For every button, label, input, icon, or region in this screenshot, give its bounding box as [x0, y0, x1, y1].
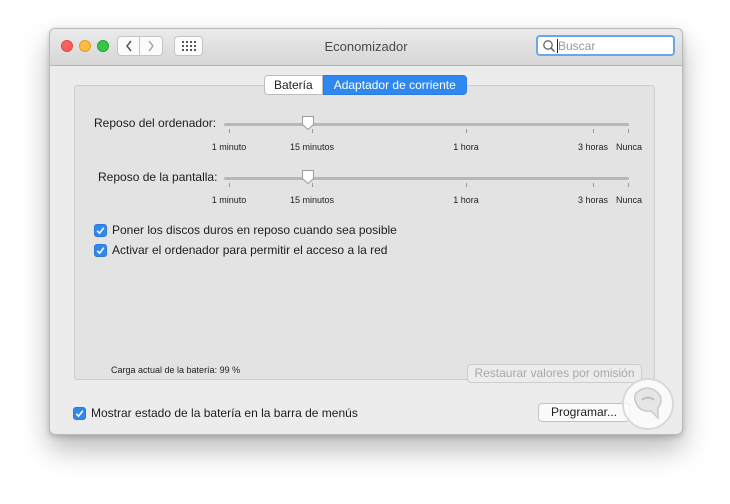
hard-disk-sleep-label: Poner los discos duros en reposo cuando … [112, 223, 397, 237]
tick-label: 1 hora [453, 195, 479, 205]
tick-label: Nunca [615, 195, 643, 205]
tick-label: 1 minuto [211, 142, 247, 152]
settings-panel: Reposo del ordenador: 1 minuto 15 minuto… [74, 85, 655, 383]
slider-tick [593, 129, 594, 133]
show-battery-status-checkbox[interactable] [73, 406, 86, 420]
slider-tick [593, 183, 594, 187]
slider-tick [466, 183, 467, 187]
tick-label: 15 minutos [289, 142, 335, 152]
hard-disk-sleep-option[interactable]: Poner los discos duros en reposo cuando … [94, 223, 397, 237]
checkmark-icon [75, 409, 84, 417]
show-battery-status-label: Mostrar estado de la batería en la barra… [91, 406, 358, 420]
wake-for-network-checkbox[interactable] [94, 243, 107, 257]
display-sleep-slider-knob[interactable] [301, 169, 315, 185]
checkmark-icon [96, 226, 105, 234]
tick-label: Nunca [615, 142, 643, 152]
hard-disk-sleep-checkbox[interactable] [94, 223, 107, 237]
show-battery-status-option[interactable]: Mostrar estado de la batería en la barra… [73, 406, 358, 420]
preferences-window: Economizador Buscar Batería Adaptador de… [49, 28, 683, 435]
checkmark-icon [96, 246, 105, 254]
slider-tick [628, 129, 629, 133]
search-placeholder: Buscar [558, 39, 596, 53]
computer-sleep-track[interactable] [224, 123, 629, 126]
wake-for-network-label: Activar el ordenador para permitir el ac… [112, 243, 388, 257]
slider-tick [466, 129, 467, 133]
display-sleep-label: Reposo de la pantalla: [98, 170, 218, 184]
tick-label: 3 horas [577, 142, 609, 152]
tab-bar: Batería Adaptador de corriente [264, 75, 467, 95]
title-bar: Economizador Buscar [50, 29, 682, 66]
battery-charge-status: Carga actual de la batería: 99 % [111, 365, 241, 375]
wake-for-network-option[interactable]: Activar el ordenador para permitir el ac… [94, 243, 387, 257]
watermark-logo [622, 378, 674, 430]
schedule-button[interactable]: Programar... [538, 403, 630, 422]
tab-adaptador-de-corriente[interactable]: Adaptador de corriente [322, 75, 467, 95]
display-sleep-track[interactable] [224, 177, 629, 180]
slider-tick [628, 183, 629, 187]
slider-tick [229, 183, 230, 187]
tick-label: 1 hora [453, 142, 479, 152]
tick-label: 3 horas [577, 195, 609, 205]
search-icon [543, 40, 556, 53]
tick-label: 1 minuto [211, 195, 247, 205]
slider-tick [229, 129, 230, 133]
computer-sleep-slider-knob[interactable] [301, 115, 315, 131]
search-input[interactable]: Buscar [536, 35, 675, 56]
restore-defaults-button[interactable]: Restaurar valores por omisión [467, 364, 642, 383]
computer-sleep-label: Reposo del ordenador: [94, 116, 217, 130]
tab-bateria[interactable]: Batería [264, 75, 323, 95]
tick-label: 15 minutos [289, 195, 335, 205]
